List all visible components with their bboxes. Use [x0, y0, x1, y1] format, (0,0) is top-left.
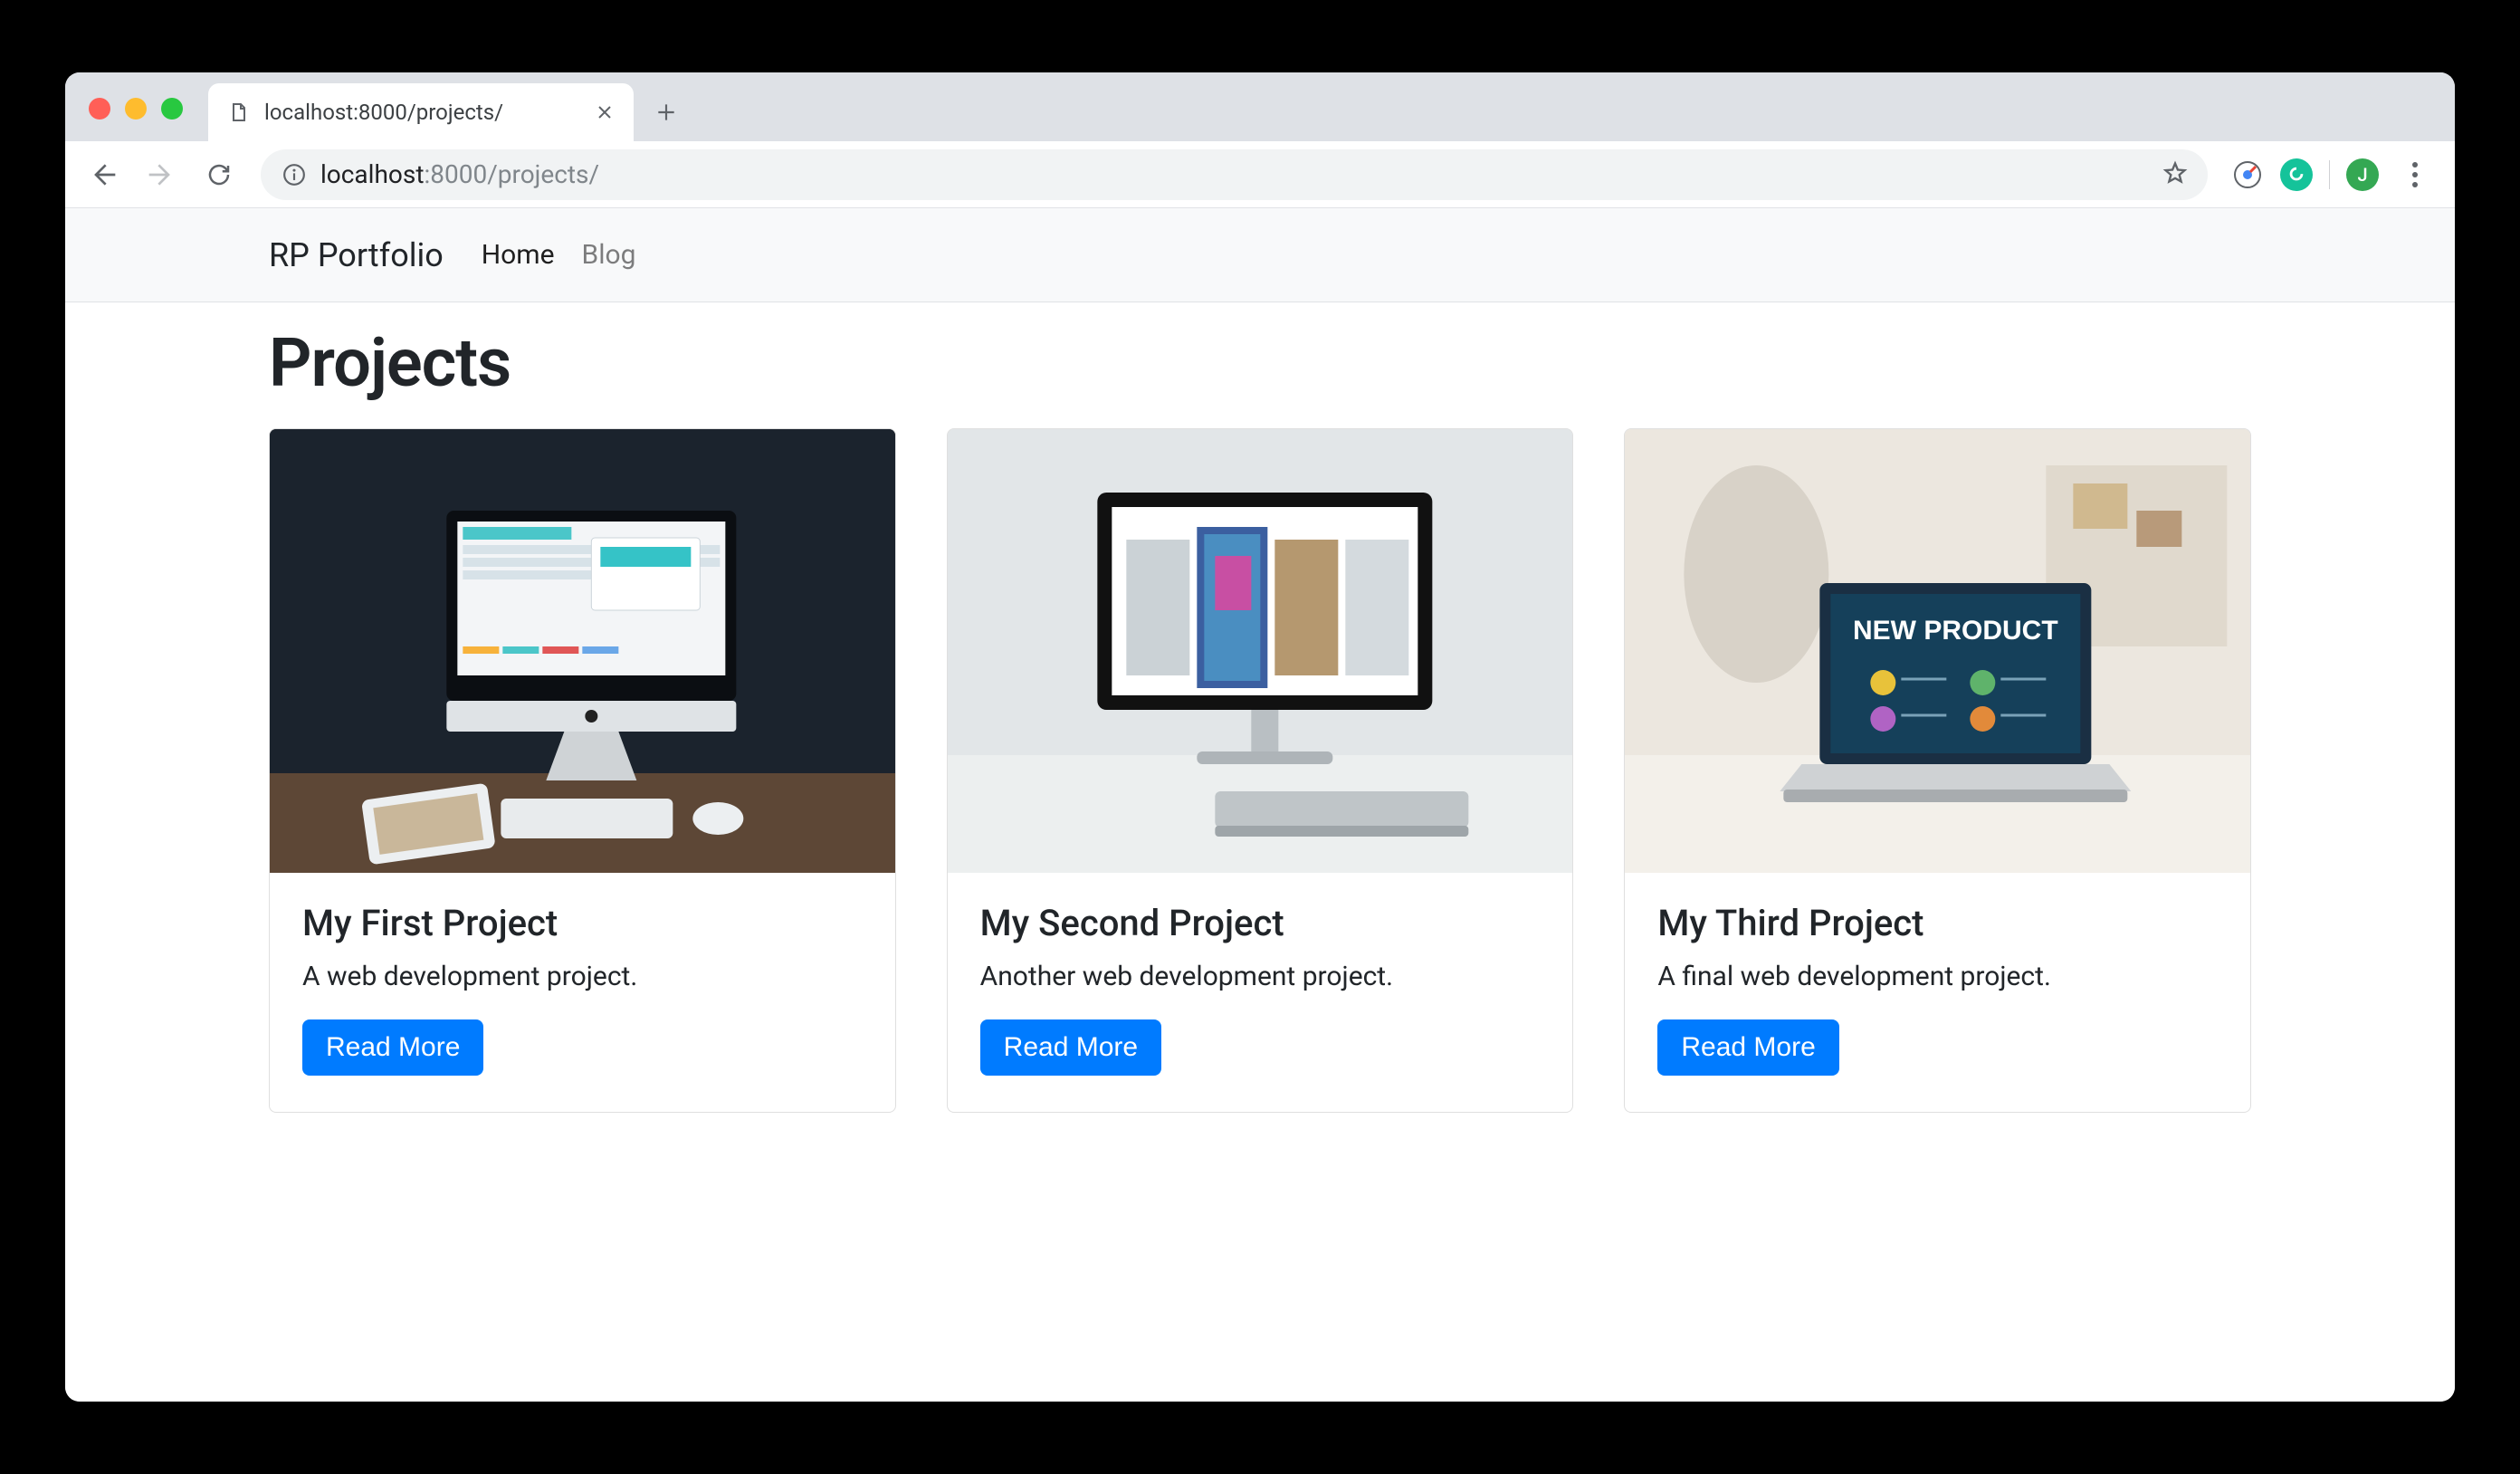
extension-icon-2[interactable]	[2280, 158, 2313, 191]
browser-menu-icon[interactable]	[2395, 155, 2435, 195]
profile-avatar[interactable]: J	[2346, 158, 2379, 191]
extension-icons: J	[2224, 155, 2442, 195]
site-navbar: RP Portfolio Home Blog	[65, 208, 2455, 302]
url-text: localhost:8000/projects/	[320, 159, 2150, 189]
navbar-links: Home Blog	[482, 239, 636, 271]
project-title: My Third Project	[1657, 902, 2218, 944]
project-title: My Second Project	[980, 902, 1541, 944]
toolbar-divider	[2329, 160, 2330, 189]
read-more-button[interactable]: Read More	[302, 1019, 483, 1076]
page-heading: Projects	[269, 324, 2251, 403]
read-more-button[interactable]: Read More	[980, 1019, 1161, 1076]
extension-icon-1[interactable]	[2231, 158, 2264, 191]
project-card: My First Project A web development proje…	[269, 428, 896, 1113]
project-description: A final web development project.	[1657, 961, 2218, 992]
tab-title: localhost:8000/projects/	[264, 100, 581, 125]
project-title: My First Project	[302, 902, 863, 944]
nav-link-home[interactable]: Home	[482, 239, 555, 271]
project-card: My Second Project Another web developmen…	[947, 428, 1574, 1113]
new-tab-button[interactable]	[644, 91, 688, 134]
project-image	[948, 429, 1573, 873]
avatar-initial: J	[2357, 164, 2367, 186]
project-cards: My First Project A web development proje…	[269, 428, 2251, 1113]
close-tab-icon[interactable]	[594, 101, 616, 123]
project-image	[270, 429, 895, 873]
reload-button[interactable]	[194, 149, 244, 200]
project-image: NEW PRODUCT	[1625, 429, 2250, 873]
maximize-window-button[interactable]	[161, 98, 183, 120]
browser-toolbar: localhost:8000/projects/ J	[65, 141, 2455, 208]
svg-text:NEW PRODUCT: NEW PRODUCT	[1853, 616, 2058, 646]
read-more-button[interactable]: Read More	[1657, 1019, 1838, 1076]
bookmark-star-icon[interactable]	[2162, 160, 2188, 189]
forward-button[interactable]	[136, 149, 186, 200]
project-description: A web development project.	[302, 961, 863, 992]
close-window-button[interactable]	[89, 98, 110, 120]
url-host: localhost	[320, 159, 424, 189]
browser-window: localhost:8000/projects/ localhost:8000/…	[65, 72, 2455, 1402]
url-port: :8000	[424, 159, 487, 189]
browser-tab[interactable]: localhost:8000/projects/	[208, 83, 634, 141]
nav-link-blog[interactable]: Blog	[582, 239, 636, 271]
back-button[interactable]	[78, 149, 129, 200]
project-card: NEW PRODUCT	[1624, 428, 2251, 1113]
url-path: /projects/	[487, 159, 599, 189]
address-bar[interactable]: localhost:8000/projects/	[261, 149, 2208, 200]
site-info-icon[interactable]	[281, 161, 308, 188]
minimize-window-button[interactable]	[125, 98, 147, 120]
page-favicon-icon	[226, 100, 252, 125]
page-viewport: RP Portfolio Home Blog Projects	[65, 208, 2455, 1402]
project-description: Another web development project.	[980, 961, 1541, 992]
window-controls	[89, 98, 183, 120]
navbar-brand[interactable]: RP Portfolio	[269, 236, 444, 274]
tab-bar: localhost:8000/projects/	[65, 72, 2455, 141]
